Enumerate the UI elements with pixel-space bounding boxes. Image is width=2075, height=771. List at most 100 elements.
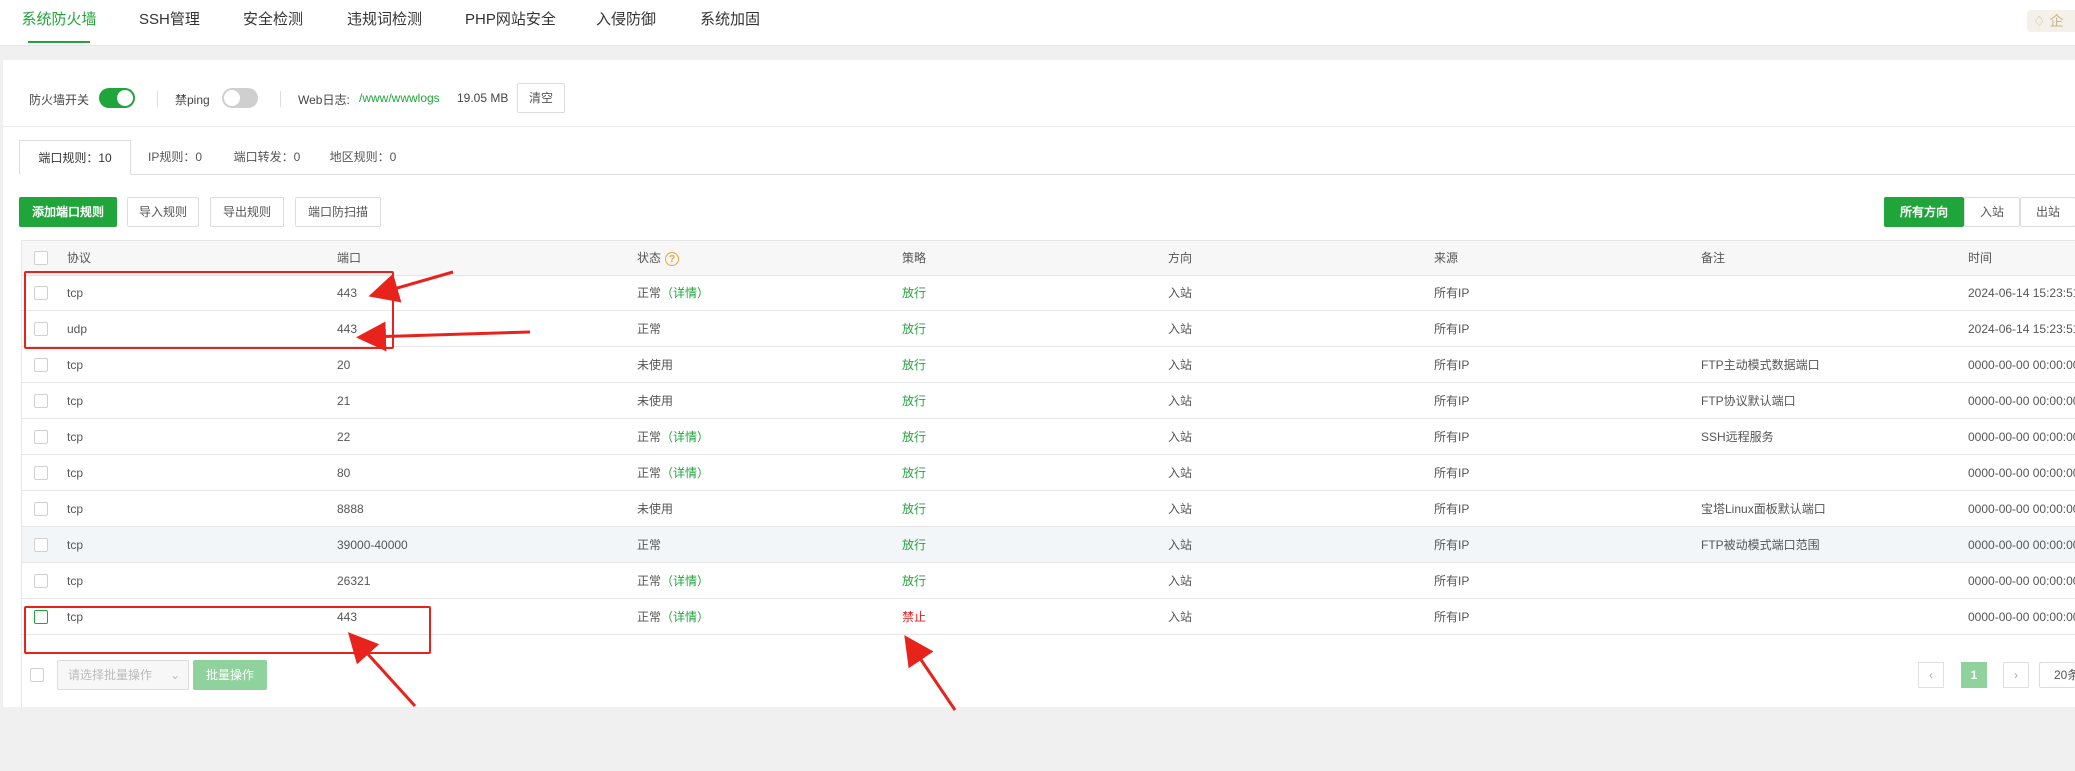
cell-time: 2024-06-14 15:23:51: [1968, 322, 2075, 336]
status-detail-link[interactable]: （详情）: [661, 286, 709, 300]
export-rules-button[interactable]: 导出规则: [210, 197, 284, 227]
tab-port-forward[interactable]: 端口转发：0: [219, 140, 315, 174]
cell-port: 21: [337, 394, 351, 408]
weblog-path-link[interactable]: /www/wwwlogs: [359, 91, 440, 105]
batch-operation-select[interactable]: 请选择批量操作 ⌄: [57, 660, 189, 690]
vip-badge-text: 企: [2049, 13, 2064, 29]
add-port-rule-button[interactable]: 添加端口规则: [19, 197, 117, 227]
header-policy: 策略: [902, 251, 927, 265]
header-status: 状态?: [637, 241, 680, 275]
cell-time: 2024-06-14 15:23:51: [1968, 286, 2075, 300]
cell-policy[interactable]: 放行: [902, 419, 926, 455]
cell-policy[interactable]: 放行: [902, 275, 926, 311]
cell-protocol: tcp: [67, 466, 84, 480]
cell-policy[interactable]: 放行: [902, 455, 926, 491]
ping-switch-label: 禁ping: [175, 93, 210, 107]
tab-ip-rules[interactable]: IP规则：0: [131, 140, 219, 174]
batch-operation-button[interactable]: 批量操作: [193, 660, 267, 690]
port-scan-protection-button[interactable]: 端口防扫描: [295, 197, 381, 227]
cell-port: 22: [337, 430, 351, 444]
cell-source: 所有IP: [1434, 466, 1470, 480]
header-note: 备注: [1701, 251, 1726, 265]
table-row[interactable]: tcp 39000-40000 正常 放行 入站 所有IP FTP被动模式端口范…: [22, 527, 2075, 563]
cell-note: FTP主动模式数据端口: [1701, 358, 1820, 372]
row-checkbox[interactable]: [34, 394, 48, 408]
tab-php-site-security[interactable]: PHP网站安全: [465, 0, 556, 45]
select-all-checkbox[interactable]: [34, 251, 48, 265]
status-detail-link[interactable]: （详情）: [661, 574, 709, 588]
cell-time: 0000-00-00 00:00:00: [1968, 502, 2075, 516]
chevron-down-icon: ⌄: [169, 668, 180, 682]
direction-in-button[interactable]: 入站: [1964, 197, 2020, 227]
header-time: 时间: [1968, 251, 1993, 265]
row-checkbox[interactable]: [34, 358, 48, 372]
status-detail-link[interactable]: （详情）: [661, 466, 709, 480]
cell-policy[interactable]: 禁止: [902, 599, 926, 635]
page-size-select[interactable]: 20条: [2039, 662, 2075, 688]
table-row[interactable]: tcp 21 未使用 放行 入站 所有IP FTP协议默认端口 0000-00-…: [22, 383, 2075, 419]
table-row[interactable]: tcp 22 正常（详情） 放行 入站 所有IP SSH远程服务 0000-00…: [22, 419, 2075, 455]
next-page-button[interactable]: ›: [2003, 662, 2029, 688]
direction-all-button[interactable]: 所有方向: [1884, 197, 1964, 227]
tab-security-check[interactable]: 安全检测: [243, 0, 303, 45]
status-detail-link[interactable]: （详情）: [661, 430, 709, 444]
firewall-toggle[interactable]: [99, 88, 135, 108]
cell-protocol: tcp: [67, 538, 84, 552]
chevron-right-icon: ›: [2014, 668, 2018, 682]
divider: [157, 91, 158, 107]
table-row[interactable]: tcp 8888 未使用 放行 入站 所有IP 宝塔Linux面板默认端口 00…: [22, 491, 2075, 527]
import-rules-button[interactable]: 导入规则: [127, 197, 199, 227]
tab-system-firewall[interactable]: 系统防火墙: [0, 0, 118, 45]
clear-log-button[interactable]: 清空: [517, 83, 565, 113]
top-navigation: 系统防火墙 SSH管理 安全检测 违规词检测 PHP网站安全 入侵防御 系统加固…: [0, 0, 2075, 46]
cell-status: 未使用: [637, 358, 674, 372]
cell-policy[interactable]: 放行: [902, 383, 926, 419]
cell-policy[interactable]: 放行: [902, 491, 926, 527]
row-checkbox[interactable]: [34, 466, 48, 480]
cell-note: FTP被动模式端口范围: [1701, 538, 1820, 552]
cell-source: 所有IP: [1434, 286, 1470, 300]
cell-protocol: tcp: [67, 430, 84, 444]
tab-region-rules[interactable]: 地区规则：0: [315, 140, 411, 174]
tab-violation-word-check[interactable]: 违规词检测: [347, 0, 422, 45]
cell-source: 所有IP: [1434, 430, 1470, 444]
cell-source: 所有IP: [1434, 574, 1470, 588]
table-row[interactable]: tcp 26321 正常（详情） 放行 入站 所有IP 0000-00-00 0…: [22, 563, 2075, 599]
cell-policy[interactable]: 放行: [902, 527, 926, 563]
ping-toggle[interactable]: [222, 88, 258, 108]
cell-port: 39000-40000: [337, 538, 408, 552]
table-row[interactable]: tcp 20 未使用 放行 入站 所有IP FTP主动模式数据端口 0000-0…: [22, 347, 2075, 383]
cell-policy[interactable]: 放行: [902, 347, 926, 383]
row-checkbox[interactable]: [34, 430, 48, 444]
bottom-select-all-checkbox[interactable]: [30, 668, 44, 682]
tab-intrusion-prevention[interactable]: 入侵防御: [596, 0, 656, 45]
tab-port-rules[interactable]: 端口规则：10: [19, 140, 131, 175]
header-direction: 方向: [1168, 251, 1193, 265]
cell-status: 正常（详情）: [637, 466, 710, 480]
cell-policy[interactable]: 放行: [902, 563, 926, 599]
prev-page-button[interactable]: ‹: [1918, 662, 1944, 688]
cell-source: 所有IP: [1434, 358, 1470, 372]
weblog-size: 19.05 MB: [457, 91, 509, 105]
row-checkbox[interactable]: [34, 574, 48, 588]
batch-select-placeholder: 请选择批量操作: [68, 668, 153, 682]
annotation-box: [24, 606, 431, 654]
tab-ssh-management[interactable]: SSH管理: [139, 0, 200, 45]
help-icon[interactable]: ?: [665, 251, 680, 266]
cell-note: SSH远程服务: [1701, 430, 1774, 444]
vip-badge[interactable]: ♢ 企: [2027, 10, 2075, 32]
cell-protocol: tcp: [67, 394, 84, 408]
cell-direction: 入站: [1168, 538, 1193, 552]
page-number-button[interactable]: 1: [1961, 662, 1987, 688]
weblog-label: Web日志:: [298, 93, 350, 107]
direction-out-button[interactable]: 出站: [2020, 197, 2075, 227]
cell-source: 所有IP: [1434, 394, 1470, 408]
table-row[interactable]: tcp 80 正常（详情） 放行 入站 所有IP 0000-00-00 00:0…: [22, 455, 2075, 491]
cell-time: 0000-00-00 00:00:00: [1968, 394, 2075, 408]
header-port: 端口: [337, 251, 362, 265]
row-checkbox[interactable]: [34, 538, 48, 552]
row-checkbox[interactable]: [34, 502, 48, 516]
cell-policy[interactable]: 放行: [902, 311, 926, 347]
tab-system-hardening[interactable]: 系统加固: [700, 0, 760, 45]
status-detail-link[interactable]: （详情）: [661, 610, 709, 624]
